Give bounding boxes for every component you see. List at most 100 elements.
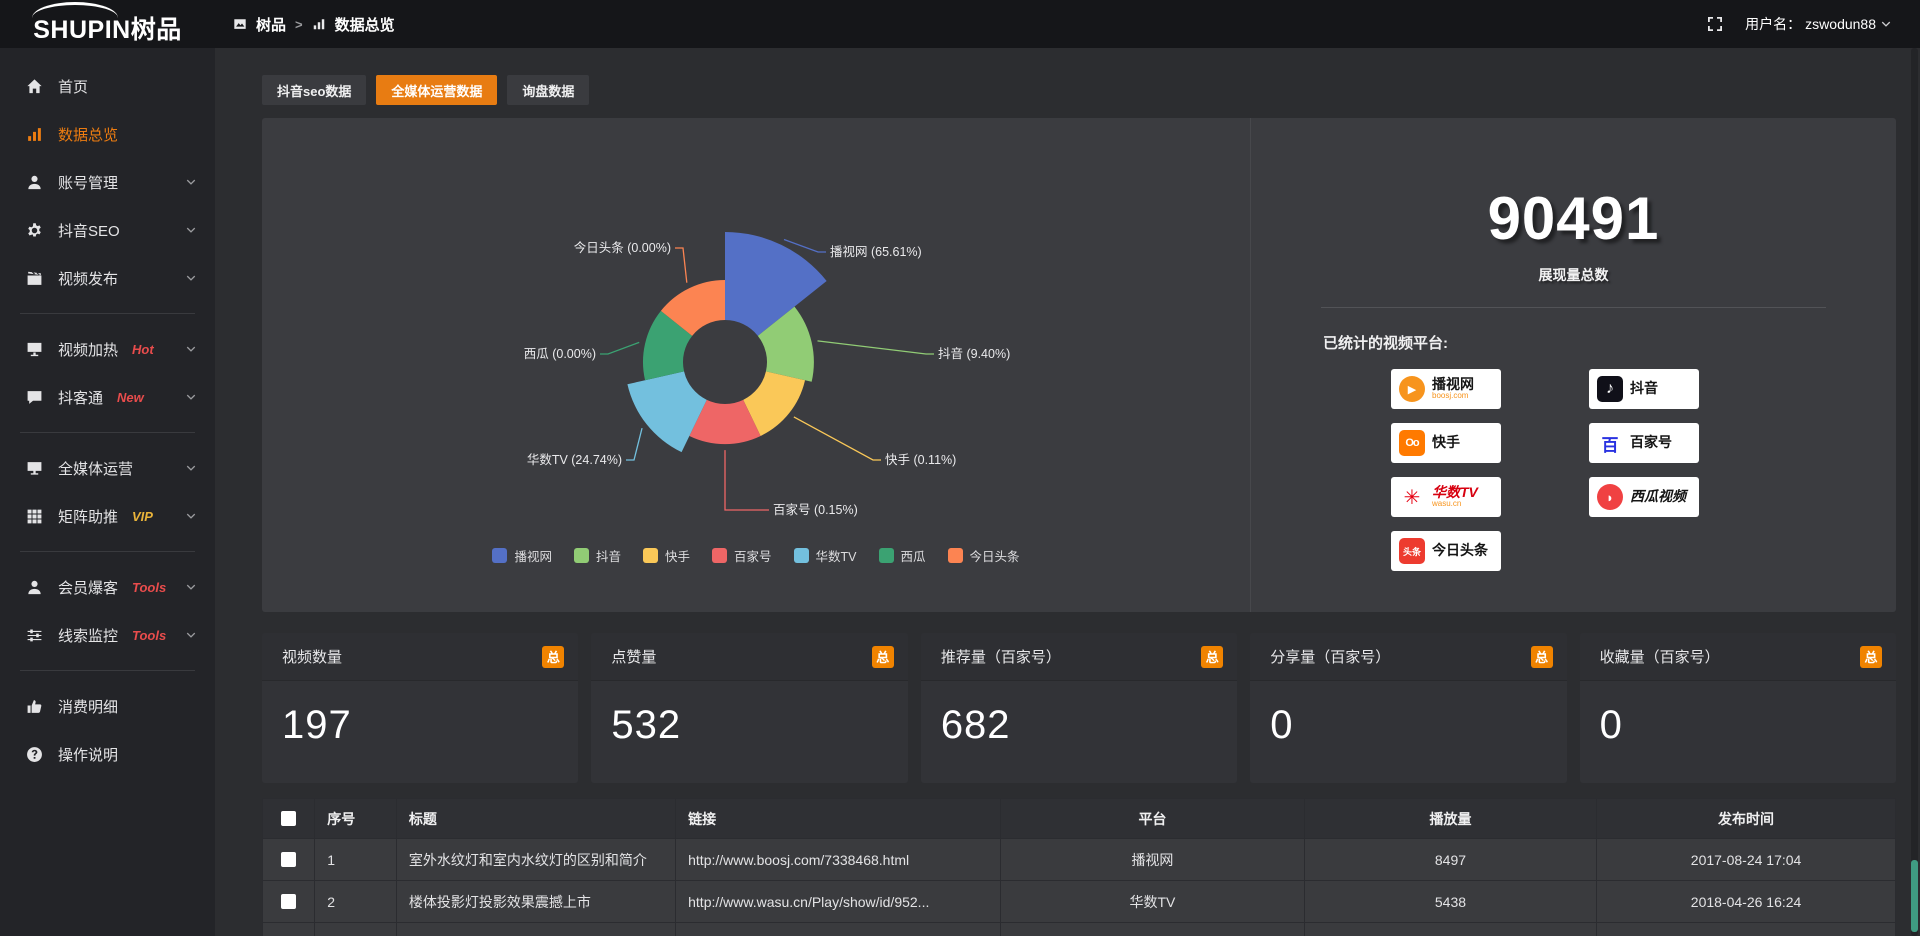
sidebar-item-omni-media[interactable]: 全媒体运营 [0, 444, 215, 492]
platform-name: 华数TV [1432, 485, 1478, 500]
stat-card-title: 分享量（百家号） [1270, 646, 1390, 667]
platform-grid: ▶播视网boosj.comOo快手✳华数TVwasu.cn头条今日头条♪抖音百百… [1391, 369, 1896, 571]
tab-omnimedia-data[interactable]: 全媒体运营数据 [376, 75, 497, 105]
platform-sub: wasu.cn [1432, 500, 1478, 509]
stat-card-0: 视频数量总197 [262, 633, 578, 783]
divider [1321, 307, 1826, 308]
row-checkbox[interactable] [281, 852, 296, 867]
cell-index: 2 [315, 881, 397, 923]
cell-url-link[interactable]: http://www.wasu.cn/Play/show/id/952... [676, 881, 1001, 923]
breadcrumb-item-root[interactable]: 树品 [256, 14, 286, 35]
row-checkbox[interactable] [281, 894, 296, 909]
sidebar-divider [20, 313, 195, 314]
legend-item-百家号[interactable]: 百家号 [712, 546, 772, 565]
column-header: 播放量 [1304, 799, 1596, 839]
stat-card-header: 视频数量 总 [262, 633, 578, 681]
sidebar-item-account-manage[interactable]: 账号管理 [0, 158, 215, 206]
tab-inquiry-data[interactable]: 询盘数据 [507, 75, 589, 105]
sidebar-item-tag: New [117, 390, 144, 405]
pie-label-百家号: 百家号 (0.15%) [773, 502, 858, 517]
select-all-checkbox[interactable] [281, 811, 296, 826]
sidebar-item-douyin-seo[interactable]: 抖音SEO [0, 206, 215, 254]
stat-card-title: 视频数量 [282, 646, 342, 667]
bar-chart-icon [26, 126, 43, 143]
sidebar-item-video-publish[interactable]: 视频发布 [0, 254, 215, 302]
sidebar-item-label: 抖音SEO [58, 220, 120, 241]
sidebar-item-clue-monitor[interactable]: 线索监控Tools [0, 611, 215, 659]
grid-icon [26, 508, 43, 525]
legend-item-快手[interactable]: 快手 [643, 546, 690, 565]
legend-item-今日头条[interactable]: 今日头条 [948, 546, 1020, 565]
app-logo[interactable]: SHUPIN树品 [0, 0, 215, 48]
pie-label-leader [817, 341, 934, 354]
platform-column-1: ♪抖音百百家号◗西瓜视频 [1589, 369, 1699, 571]
tab-douyin-seo-data[interactable]: 抖音seo数据 [262, 75, 366, 105]
user-icon [26, 174, 43, 191]
cell-empty [396, 923, 675, 936]
pie-label-leader [600, 342, 639, 354]
douyin-logo-icon: ♪ [1597, 376, 1623, 402]
stat-card-title: 推荐量（百家号） [941, 646, 1061, 667]
breadcrumb-separator: > [295, 17, 303, 32]
legend-item-华数TV[interactable]: 华数TV [794, 546, 857, 565]
cell-plays: 8497 [1304, 839, 1596, 881]
fullscreen-icon[interactable] [1707, 16, 1723, 32]
stat-card-header: 推荐量（百家号） 总 [921, 633, 1237, 681]
cell-title-link[interactable]: 室外水纹灯和室内水纹灯的区别和简介 [396, 839, 675, 881]
platform-badge-baijia: 百百家号 [1589, 423, 1699, 463]
chevron-down-icon [185, 510, 197, 522]
select-all-cell [263, 799, 315, 839]
total-badge[interactable]: 总 [1860, 646, 1882, 668]
main-content: 抖音seo数据全媒体运营数据询盘数据 播视网 (65.61%)抖音 (9.40%… [215, 48, 1920, 936]
platform-name: 抖音 [1630, 381, 1658, 396]
platform-badge-kuaishou: Oo快手 [1391, 423, 1501, 463]
legend-item-抖音[interactable]: 抖音 [574, 546, 621, 565]
legend-item-播视网[interactable]: 播视网 [492, 546, 552, 565]
user-menu[interactable]: 用户名： zswodun88 [1745, 14, 1892, 34]
legend-swatch [492, 548, 507, 563]
sidebar-item-home[interactable]: 首页 [0, 62, 215, 110]
sidebar-item-label: 账号管理 [58, 172, 118, 193]
sidebar-item-video-heat[interactable]: 视频加热Hot [0, 325, 215, 373]
platform-name: 今日头条 [1432, 543, 1488, 558]
platform-badge-boosj: ▶播视网boosj.com [1391, 369, 1501, 409]
stat-card-value: 0 [1580, 681, 1896, 748]
legend-label: 今日头条 [970, 546, 1020, 565]
pie-label-抖音: 抖音 (9.40%) [938, 346, 1010, 361]
pie-label-今日头条: 今日头条 (0.00%) [574, 240, 671, 255]
page-scrollbar[interactable] [1911, 48, 1918, 936]
sidebar-item-member-baoke[interactable]: 会员爆客Tools [0, 563, 215, 611]
row-select-cell [263, 923, 315, 936]
cell-publish-time: 2017-08-24 17:04 [1597, 839, 1896, 881]
stat-card-value: 0 [1250, 681, 1566, 748]
sidebar-item-matrix-boost[interactable]: 矩阵助推VIP [0, 492, 215, 540]
legend-item-西瓜[interactable]: 西瓜 [879, 546, 926, 565]
chevron-down-icon [185, 224, 197, 236]
pie-label-leader [675, 248, 687, 283]
legend-label: 百家号 [734, 546, 772, 565]
scrollbar-handle[interactable] [1911, 860, 1918, 932]
legend-swatch [574, 548, 589, 563]
row-select-cell [263, 839, 315, 881]
sidebar-item-douketong[interactable]: 抖客通New [0, 373, 215, 421]
sidebar-item-operation-guide[interactable]: 操作说明 [0, 730, 215, 778]
total-badge[interactable]: 总 [1201, 646, 1223, 668]
cell-index: 1 [315, 839, 397, 881]
chevron-down-icon [185, 391, 197, 403]
sidebar-item-data-overview[interactable]: 数据总览 [0, 110, 215, 158]
sidebar-item-spend-detail[interactable]: 消费明细 [0, 682, 215, 730]
pie-chart: 播视网 (65.61%)抖音 (9.40%)快手 (0.11%)百家号 (0.1… [262, 118, 1250, 612]
username-value: zswodun88 [1805, 16, 1876, 32]
pie-slice-播视网[interactable] [725, 232, 827, 336]
tab-bar: 抖音seo数据全媒体运营数据询盘数据 [262, 75, 1896, 105]
pie-label-华数TV: 华数TV (24.74%) [527, 452, 622, 467]
cell-title-link[interactable]: 楼体投影灯投影效果震撼上市 [396, 881, 675, 923]
total-badge[interactable]: 总 [872, 646, 894, 668]
sidebar-item-tag: Tools [132, 628, 166, 643]
cell-url-link[interactable]: http://www.boosj.com/7338468.html [676, 839, 1001, 881]
chevron-down-icon [185, 629, 197, 641]
stat-card-value: 532 [591, 681, 907, 748]
total-badge[interactable]: 总 [1531, 646, 1553, 668]
stat-card-title: 收藏量（百家号） [1600, 646, 1720, 667]
total-badge[interactable]: 总 [542, 646, 564, 668]
